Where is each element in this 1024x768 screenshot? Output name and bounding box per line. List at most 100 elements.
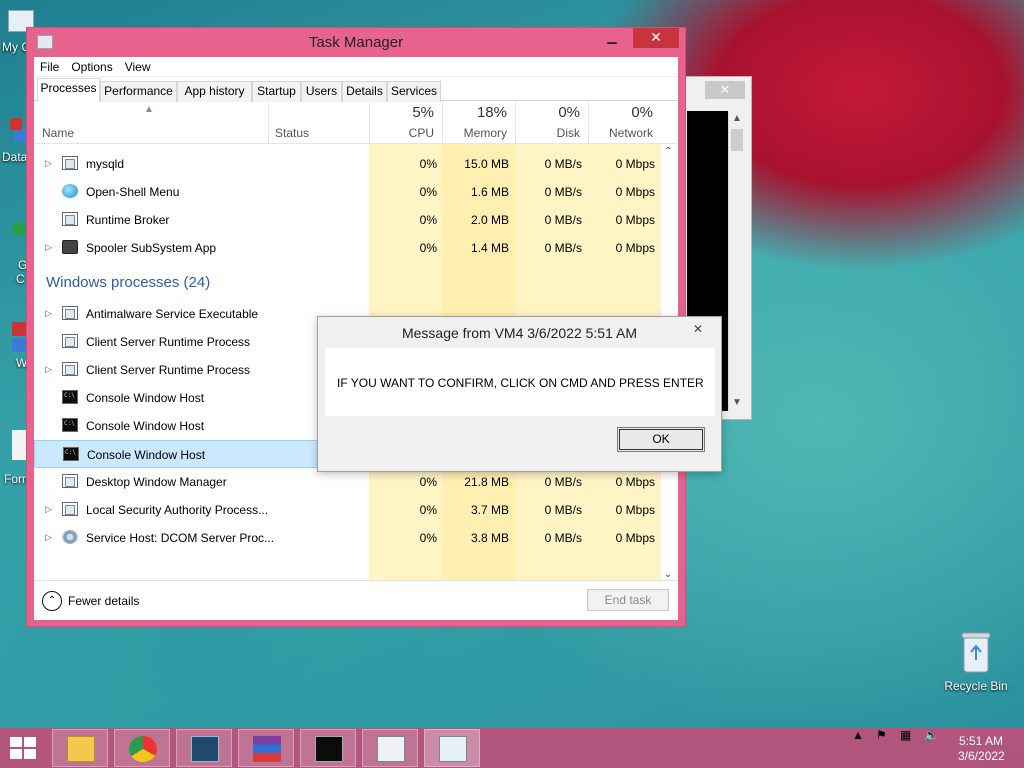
table-row[interactable]: ▷ Local Security Authority Process... 0%… bbox=[34, 496, 661, 524]
header-network-label: Network bbox=[608, 126, 653, 140]
table-row[interactable]: Desktop Window Manager 0% 21.8 MB 0 MB/s… bbox=[34, 468, 661, 496]
menu-file[interactable]: File bbox=[34, 57, 65, 76]
column-header-disk[interactable]: 0% Disk bbox=[515, 102, 588, 144]
disk-value: 0 MB/s bbox=[544, 475, 582, 489]
taskbar-winrar[interactable] bbox=[238, 729, 294, 767]
column-header-status[interactable]: Status bbox=[268, 102, 369, 144]
cpu-value: 0% bbox=[419, 185, 437, 199]
shell-icon bbox=[62, 184, 78, 198]
taskbar-file-explorer[interactable] bbox=[52, 729, 108, 767]
memory-total-pct: 18% bbox=[476, 104, 507, 121]
taskbar: ▲ ⚑ ▦ 🔈 5:51 AM 3/6/2022 bbox=[0, 728, 1024, 768]
expand-chevron-icon[interactable]: ▷ bbox=[45, 158, 52, 169]
expand-chevron-icon[interactable]: ▷ bbox=[45, 532, 52, 543]
command-prompt-icon bbox=[315, 736, 343, 762]
console-icon bbox=[62, 418, 78, 432]
taskbar-command-prompt[interactable] bbox=[300, 729, 356, 767]
minimize-button[interactable]: ▁ bbox=[599, 28, 625, 48]
start-button[interactable] bbox=[10, 737, 38, 761]
process-name: mysqld bbox=[86, 157, 125, 171]
close-button[interactable]: ✕ bbox=[633, 28, 679, 48]
tab-details[interactable]: Details bbox=[342, 81, 387, 102]
cpu-value: 0% bbox=[419, 503, 437, 517]
memory-value: 3.7 MB bbox=[470, 503, 509, 517]
cpu-total-pct: 5% bbox=[412, 104, 434, 121]
scroll-up-icon[interactable]: ▲ bbox=[729, 111, 745, 127]
table-row[interactable]: Open-Shell Menu 0% 1.6 MB 0 MB/s 0 Mbps bbox=[34, 178, 661, 206]
desktop-icon-label: Data bbox=[2, 150, 28, 164]
window-icon bbox=[62, 502, 78, 516]
scroll-down-icon[interactable]: ▼ bbox=[729, 395, 745, 411]
process-name: Local Security Authority Process... bbox=[86, 503, 269, 517]
expand-chevron-icon[interactable]: ▷ bbox=[45, 242, 52, 253]
column-header-memory[interactable]: 18% Memory bbox=[442, 102, 515, 144]
window-icon bbox=[62, 156, 78, 170]
column-header-network[interactable]: 0% Network bbox=[588, 102, 661, 144]
app-window-icon bbox=[377, 736, 405, 762]
process-name: Spooler SubSystem App bbox=[86, 241, 217, 255]
window-icon bbox=[62, 474, 78, 488]
column-header-name[interactable]: ▲ Name bbox=[34, 102, 268, 144]
task-manager-footer: ⌃ Fewer details End task bbox=[34, 580, 678, 620]
expand-chevron-icon[interactable]: ▷ bbox=[45, 308, 52, 319]
header-disk-label: Disk bbox=[556, 126, 580, 140]
menu-view[interactable]: View bbox=[119, 57, 157, 76]
gear-icon bbox=[62, 530, 78, 544]
table-row[interactable]: ▷ mysqld 0% 15.0 MB 0 MB/s 0 Mbps bbox=[34, 150, 661, 178]
tab-users[interactable]: Users bbox=[301, 81, 342, 102]
group-heading-windows-processes[interactable]: Windows processes (24) bbox=[46, 274, 210, 291]
scroll-up-icon[interactable]: ⌃ bbox=[664, 146, 672, 157]
process-name: Service Host: DCOM Server Proc... bbox=[86, 531, 275, 545]
column-header-cpu[interactable]: 5% CPU bbox=[369, 102, 442, 144]
tab-startup[interactable]: Startup bbox=[252, 81, 301, 102]
tab-app-history[interactable]: App history bbox=[177, 81, 252, 102]
ok-button[interactable]: OK bbox=[617, 427, 705, 452]
disk-value: 0 MB/s bbox=[544, 531, 582, 545]
task-manager-titlebar[interactable]: Task Manager ▁ □ ✕ bbox=[27, 28, 685, 57]
cpu-value: 0% bbox=[419, 531, 437, 545]
end-task-button[interactable]: End task bbox=[587, 589, 669, 611]
expand-chevron-icon[interactable]: ▷ bbox=[45, 504, 52, 515]
desktop-icon-data[interactable]: Data bbox=[2, 118, 27, 164]
tab-processes[interactable]: Processes bbox=[37, 78, 100, 102]
taskbar-app-window[interactable] bbox=[362, 729, 418, 767]
menu-options[interactable]: Options bbox=[65, 57, 118, 76]
expand-chevron-icon[interactable]: ▷ bbox=[45, 364, 52, 375]
network-value: 0 Mbps bbox=[615, 213, 655, 227]
disk-total-pct: 0% bbox=[558, 104, 580, 121]
tab-services[interactable]: Services bbox=[387, 81, 441, 102]
printer-icon bbox=[62, 240, 78, 254]
desktop-icon-recycle-bin[interactable]: Recycle Bin bbox=[940, 630, 1012, 693]
network-value: 0 Mbps bbox=[615, 241, 655, 255]
scroll-down-icon[interactable]: ⌄ bbox=[664, 569, 672, 580]
console-close-button[interactable]: ✕ bbox=[705, 81, 745, 99]
scroll-thumb[interactable] bbox=[731, 129, 743, 151]
taskbar-chrome[interactable] bbox=[114, 729, 170, 767]
disk-value: 0 MB/s bbox=[544, 503, 582, 517]
console-scrollbar[interactable]: ▲ ▼ bbox=[728, 111, 745, 411]
console-titlebar[interactable]: ✕ bbox=[677, 77, 751, 107]
table-row[interactable]: Runtime Broker 0% 2.0 MB 0 MB/s 0 Mbps bbox=[34, 206, 661, 234]
task-manager-icon bbox=[439, 736, 467, 762]
window-icon bbox=[62, 362, 78, 376]
cpu-value: 0% bbox=[419, 157, 437, 171]
system-clock[interactable]: 5:51 AM 3/6/2022 bbox=[958, 734, 1005, 764]
shortcut-icon bbox=[14, 130, 26, 142]
file-explorer-icon bbox=[67, 736, 95, 762]
header-memory-label: Memory bbox=[463, 126, 507, 140]
process-name: Open-Shell Menu bbox=[86, 185, 180, 199]
chevron-up-circle-icon[interactable]: ⌃ bbox=[42, 591, 62, 611]
table-row[interactable]: ▷ Spooler SubSystem App 0% 1.4 MB 0 MB/s… bbox=[34, 234, 661, 262]
taskbar-task-manager[interactable] bbox=[424, 729, 480, 767]
dialog-close-button[interactable]: ✕ bbox=[683, 319, 713, 339]
fewer-details-link[interactable]: Fewer details bbox=[68, 594, 139, 608]
memory-value: 1.4 MB bbox=[470, 241, 509, 255]
tab-performance[interactable]: Performance bbox=[100, 81, 177, 102]
console-icon bbox=[63, 447, 79, 461]
taskbar-mysql-workbench[interactable] bbox=[176, 729, 232, 767]
network-value: 0 Mbps bbox=[615, 531, 655, 545]
table-row[interactable]: ▷ Service Host: DCOM Server Proc... 0% 3… bbox=[34, 524, 661, 552]
memory-value: 2.0 MB bbox=[470, 213, 509, 227]
document-icon bbox=[12, 430, 26, 460]
process-name: Runtime Broker bbox=[86, 213, 170, 227]
